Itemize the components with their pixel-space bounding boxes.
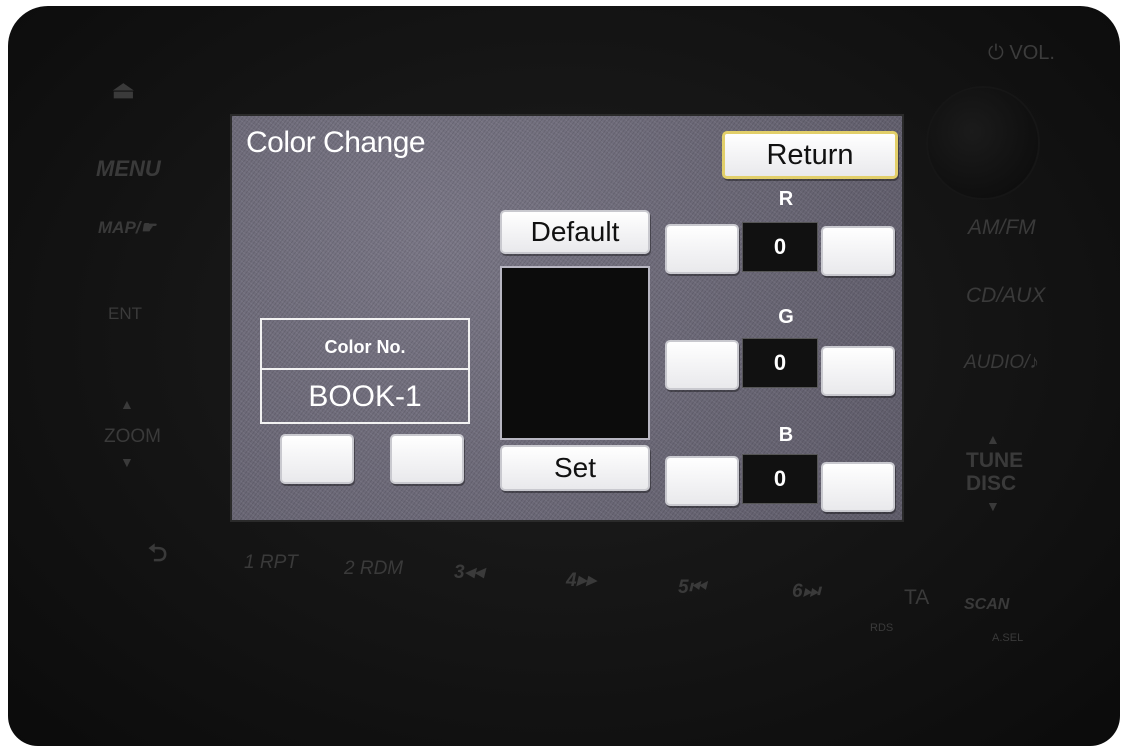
preset-6-button[interactable]: 6⏭	[792, 581, 820, 603]
green-decrease-button[interactable]	[665, 340, 739, 390]
color-preview-swatch	[500, 266, 650, 440]
color-number-value: BOOK-1	[308, 380, 422, 413]
red-increase-button[interactable]	[821, 226, 895, 276]
red-channel-label: R	[778, 188, 794, 210]
a-sel-label: A.SEL	[992, 632, 1024, 644]
return-button[interactable]: Return	[722, 131, 898, 179]
scan-button[interactable]: SCAN	[964, 596, 1009, 614]
am-fm-button[interactable]: AM/FM	[968, 216, 1036, 240]
map-button[interactable]: MAP/☛	[98, 218, 156, 238]
ent-button[interactable]: ENT	[108, 304, 142, 324]
zoom-up-icon[interactable]: ▲	[120, 396, 134, 412]
preset-1-button[interactable]: 1 RPT	[244, 552, 298, 574]
menu-button[interactable]: MENU	[96, 156, 161, 182]
volume-label: ⏻ VOL.	[988, 42, 1055, 64]
zoom-down-icon[interactable]: ▼	[120, 454, 134, 470]
red-decrease-button[interactable]	[665, 224, 739, 274]
color-number-next-button[interactable]	[390, 434, 464, 484]
tune-up-icon[interactable]: ▲	[986, 431, 1000, 447]
volume-knob[interactable]	[928, 88, 1038, 198]
set-button[interactable]: Set	[500, 445, 650, 491]
disc-button[interactable]: DISC	[966, 472, 1016, 496]
blue-decrease-button[interactable]	[665, 456, 739, 506]
preset-3-button[interactable]: 3◂◂	[454, 561, 484, 584]
default-button[interactable]: Default	[500, 210, 650, 254]
red-value: 0	[742, 222, 818, 272]
color-number-label: Color No.	[262, 320, 468, 370]
zoom-button[interactable]: ZOOM	[104, 426, 161, 448]
ta-button[interactable]: TA	[904, 586, 929, 610]
page-title: Color Change	[246, 126, 426, 159]
cd-aux-button[interactable]: CD/AUX	[966, 284, 1045, 308]
preset-2-button[interactable]: 2 RDM	[344, 558, 403, 580]
audio-button[interactable]: AUDIO/♪	[964, 352, 1039, 374]
blue-increase-button[interactable]	[821, 462, 895, 512]
color-change-screen: Color Change Return Default Set Color No…	[232, 116, 902, 520]
back-button[interactable]: ⮌	[148, 536, 167, 577]
eject-button[interactable]: ⏏	[112, 76, 135, 105]
blue-value: 0	[742, 454, 818, 504]
disc-down-icon[interactable]: ▼	[986, 498, 1000, 514]
preset-5-button[interactable]: 5⏮	[678, 577, 706, 599]
green-value: 0	[742, 338, 818, 388]
rds-label: RDS	[870, 622, 894, 634]
tune-button[interactable]: TUNE	[966, 450, 1023, 471]
green-increase-button[interactable]	[821, 346, 895, 396]
color-number-panel: Color No. BOOK-1	[260, 318, 470, 424]
green-channel-label: G	[778, 306, 794, 328]
preset-4-button[interactable]: 4▸▸	[566, 569, 596, 592]
blue-channel-label: B	[778, 424, 794, 446]
color-number-prev-button[interactable]	[280, 434, 354, 484]
